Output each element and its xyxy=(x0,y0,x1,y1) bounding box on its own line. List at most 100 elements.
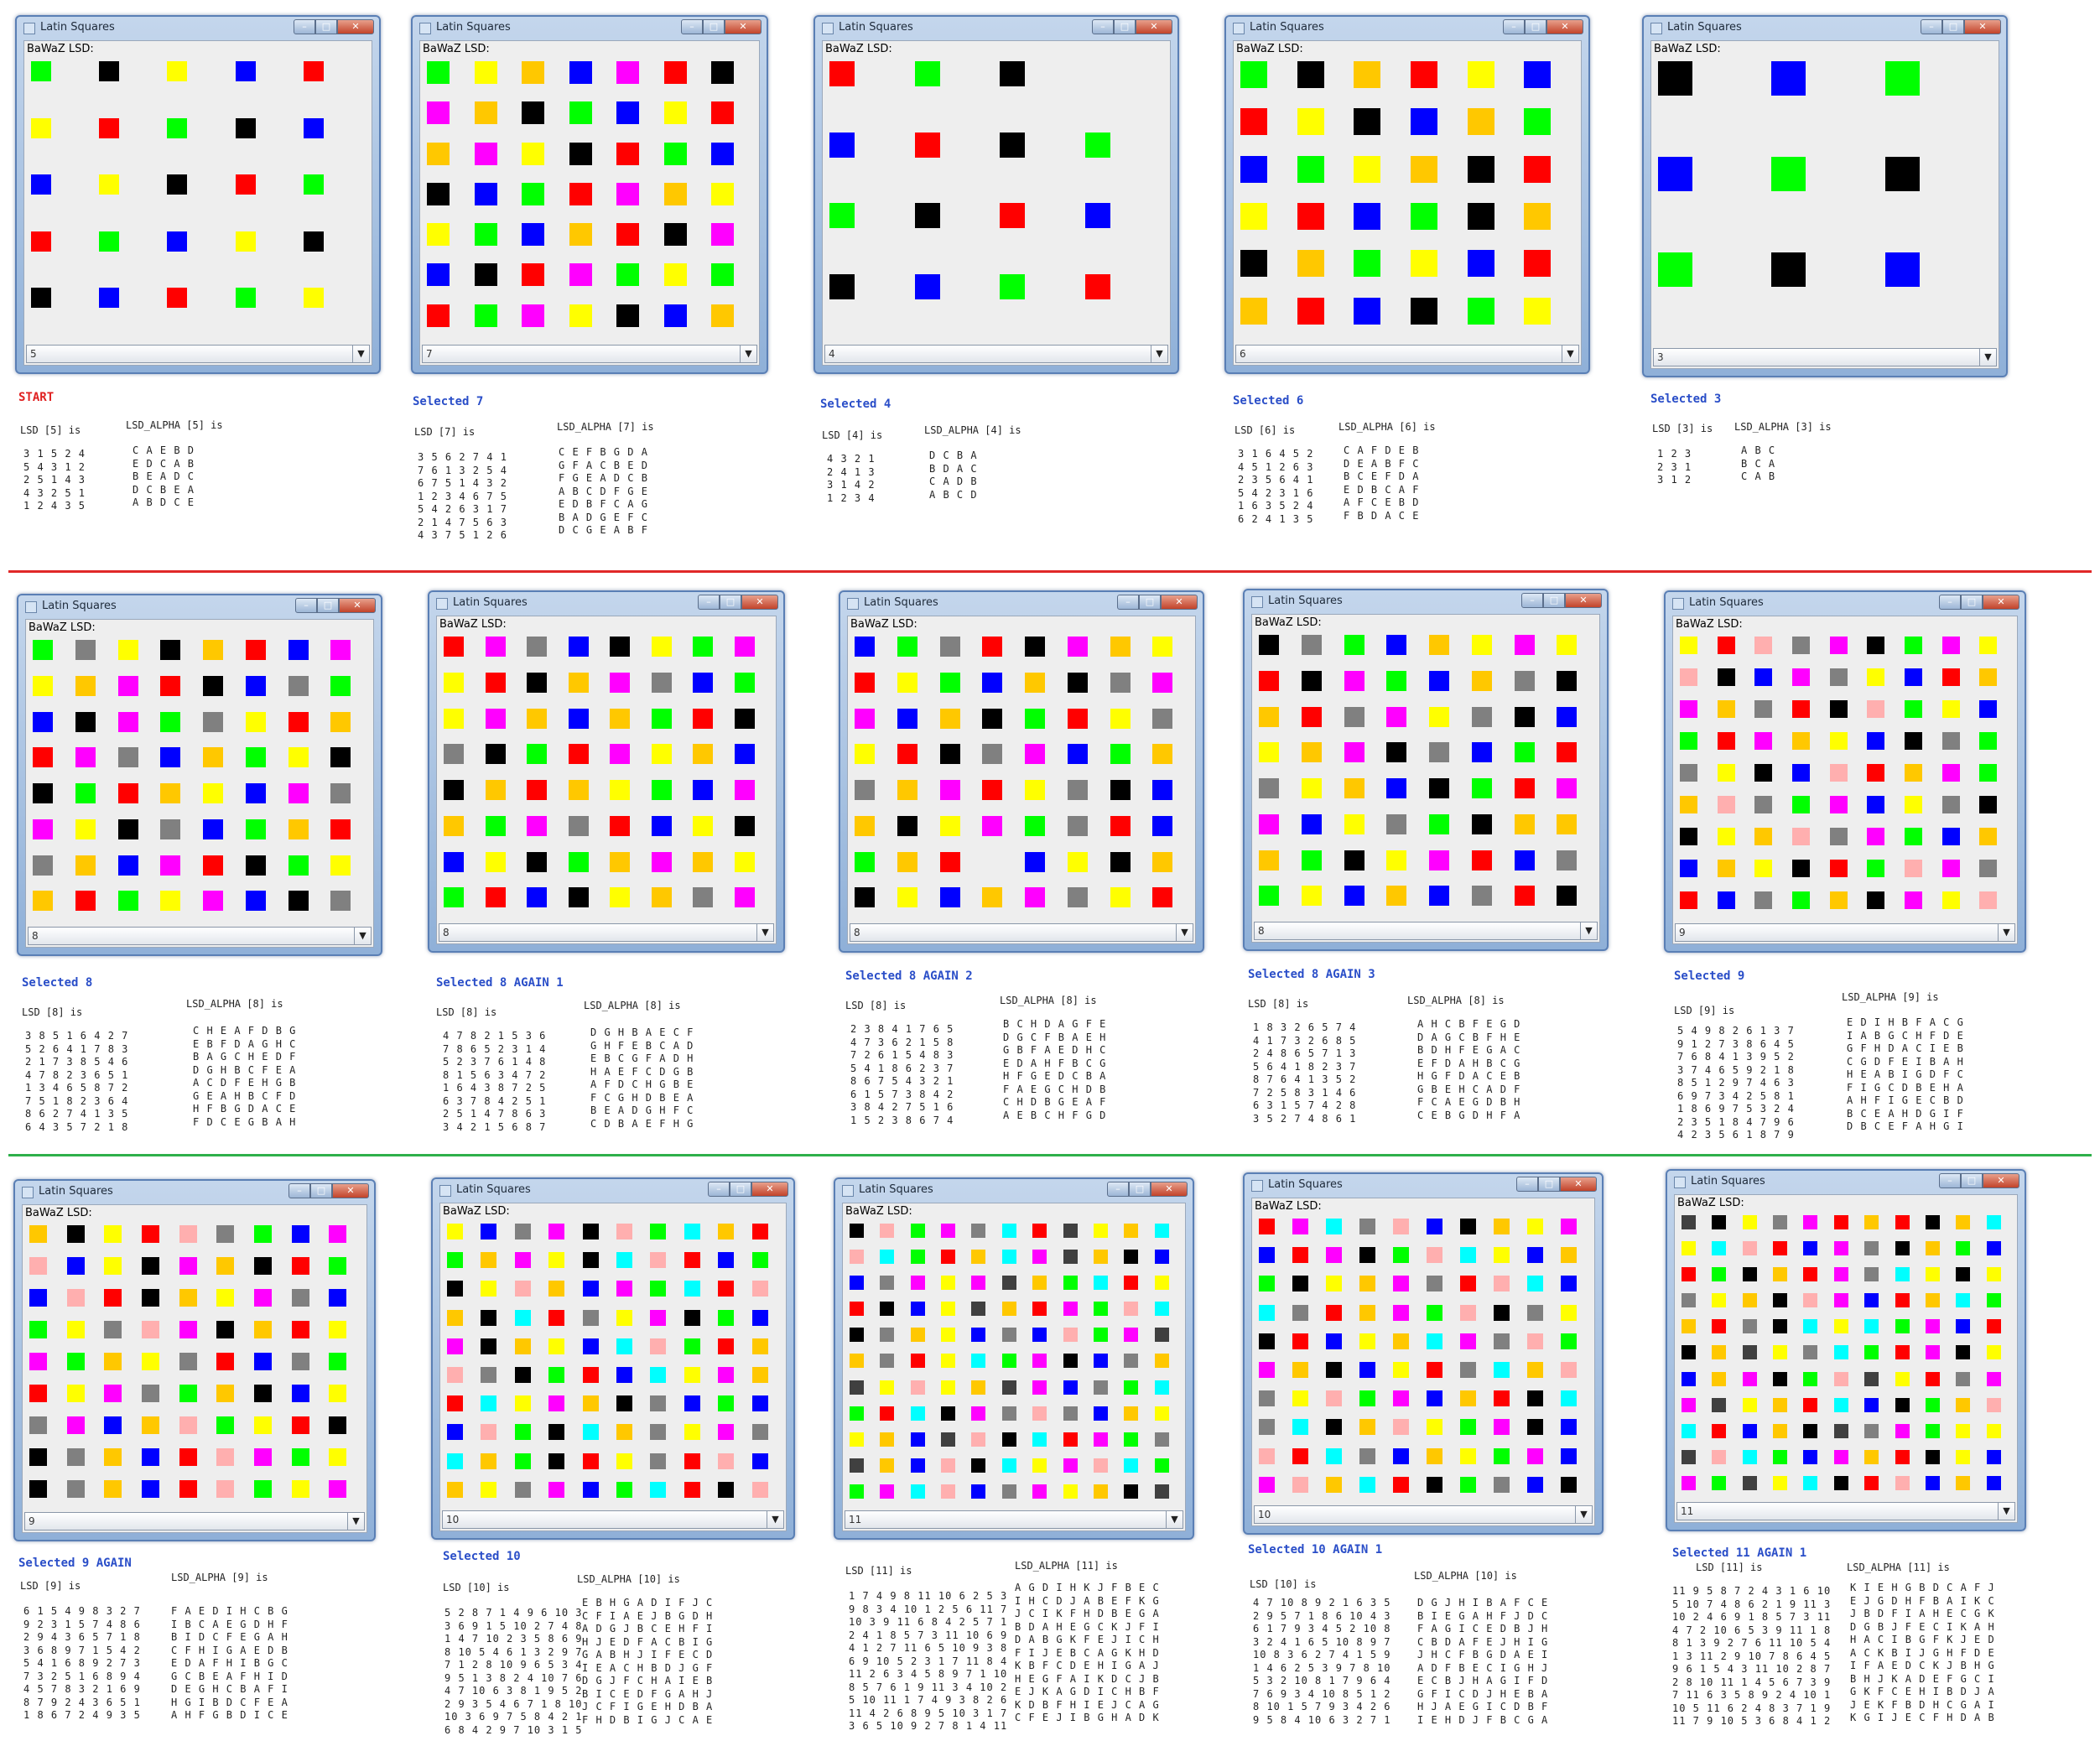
chevron-down-icon[interactable]: ▼ xyxy=(1166,1511,1183,1528)
lsd-alpha-matrix: D C B AB D A CC A D BA B C D xyxy=(929,450,978,502)
title-bar[interactable]: Latin Squares – □ ✕ xyxy=(18,595,381,619)
maximize-button[interactable]: □ xyxy=(1129,1182,1151,1197)
close-button[interactable]: ✕ xyxy=(1964,19,2001,34)
title-bar[interactable]: Latin Squares – □ ✕ xyxy=(1667,1171,2025,1194)
size-dropdown[interactable]: 9 ▼ xyxy=(24,1512,365,1531)
chevron-down-icon[interactable]: ▼ xyxy=(347,1513,364,1530)
close-button[interactable]: ✕ xyxy=(1161,595,1198,610)
maximize-button[interactable]: □ xyxy=(1543,593,1565,608)
chevron-down-icon[interactable]: ▼ xyxy=(740,346,756,362)
color-cell xyxy=(610,673,630,693)
minimize-button[interactable]: – xyxy=(1092,19,1114,34)
maximize-button[interactable]: □ xyxy=(317,598,339,613)
title-bar[interactable]: Latin Squares – □ ✕ xyxy=(835,1179,1193,1203)
size-dropdown[interactable]: 8 ▼ xyxy=(850,923,1193,942)
size-dropdown[interactable]: 9 ▼ xyxy=(1675,923,2015,942)
chevron-down-icon[interactable]: ▼ xyxy=(1998,924,2014,941)
maximize-button[interactable]: □ xyxy=(310,1183,332,1198)
size-dropdown[interactable]: 5 ▼ xyxy=(26,345,370,363)
chevron-down-icon[interactable]: ▼ xyxy=(756,924,773,941)
size-dropdown[interactable]: 8 ▼ xyxy=(28,927,372,945)
minimize-button[interactable]: – xyxy=(1521,593,1543,608)
close-button[interactable]: ✕ xyxy=(741,595,778,610)
chevron-down-icon[interactable]: ▼ xyxy=(1176,924,1193,941)
title-bar[interactable]: Latin Squares – □ ✕ xyxy=(433,1179,793,1203)
minimize-button[interactable]: – xyxy=(698,595,720,610)
maximize-button[interactable]: □ xyxy=(1114,19,1136,34)
minimize-button[interactable]: – xyxy=(681,19,703,34)
title-bar[interactable]: Latin Squares – □ ✕ xyxy=(429,592,783,616)
size-dropdown[interactable]: 3 ▼ xyxy=(1653,348,1997,366)
size-dropdown[interactable]: 8 ▼ xyxy=(1254,922,1598,940)
close-button[interactable]: ✕ xyxy=(725,19,762,34)
chevron-down-icon[interactable]: ▼ xyxy=(1979,349,1996,366)
minimize-button[interactable]: – xyxy=(1503,19,1525,34)
title-bar[interactable]: Latin Squares – □ ✕ xyxy=(15,1181,374,1204)
minimize-button[interactable]: – xyxy=(288,1183,310,1198)
size-dropdown[interactable]: 11 ▼ xyxy=(1676,1502,2015,1520)
matrix-row: D G B J F E C I K A H xyxy=(1850,1620,1995,1633)
close-button[interactable]: ✕ xyxy=(1983,1173,2019,1188)
chevron-down-icon[interactable]: ▼ xyxy=(1580,922,1597,939)
chevron-down-icon[interactable]: ▼ xyxy=(1998,1503,2014,1520)
close-button[interactable]: ✕ xyxy=(751,1182,788,1197)
minimize-button[interactable]: – xyxy=(1117,595,1139,610)
maximize-button[interactable]: □ xyxy=(1139,595,1161,610)
close-button[interactable]: ✕ xyxy=(332,1183,369,1198)
maximize-button[interactable]: □ xyxy=(703,19,725,34)
maximize-button[interactable]: □ xyxy=(720,595,741,610)
title-bar[interactable]: Latin Squares – □ ✕ xyxy=(1226,17,1588,40)
title-bar[interactable]: Latin Squares – □ ✕ xyxy=(17,17,379,40)
maximize-button[interactable]: □ xyxy=(730,1182,751,1197)
chevron-down-icon[interactable]: ▼ xyxy=(1562,346,1578,362)
size-dropdown[interactable]: 10 ▼ xyxy=(442,1510,784,1529)
minimize-button[interactable]: – xyxy=(1939,595,1961,610)
maximize-button[interactable]: □ xyxy=(1961,1173,1983,1188)
title-bar[interactable]: Latin Squares – □ ✕ xyxy=(1666,592,2025,616)
close-button[interactable]: ✕ xyxy=(339,598,376,613)
maximize-button[interactable]: □ xyxy=(315,19,337,34)
title-bar[interactable]: Latin Squares – □ ✕ xyxy=(413,17,767,40)
color-cell xyxy=(1063,1302,1078,1316)
close-button[interactable]: ✕ xyxy=(337,19,374,34)
chevron-down-icon[interactable]: ▼ xyxy=(767,1511,783,1528)
size-dropdown[interactable]: 8 ▼ xyxy=(439,923,774,942)
size-dropdown[interactable]: 11 ▼ xyxy=(845,1510,1183,1529)
color-cell xyxy=(1344,886,1364,906)
minimize-button[interactable]: – xyxy=(294,19,315,34)
size-dropdown[interactable]: 7 ▼ xyxy=(422,345,757,363)
title-bar[interactable]: Latin Squares – □ ✕ xyxy=(815,17,1177,40)
title-bar[interactable]: Latin Squares – □ ✕ xyxy=(1644,17,2006,40)
minimize-button[interactable]: – xyxy=(1107,1182,1129,1197)
close-button[interactable]: ✕ xyxy=(1546,19,1583,34)
close-button[interactable]: ✕ xyxy=(1151,1182,1188,1197)
minimize-button[interactable]: – xyxy=(708,1182,730,1197)
title-bar[interactable]: Latin Squares – □ ✕ xyxy=(1245,590,1607,614)
matrix-row: 2 3 5 1 8 4 7 9 6 xyxy=(1677,1115,1795,1128)
maximize-button[interactable]: □ xyxy=(1538,1177,1560,1192)
color-cell xyxy=(1834,1319,1848,1333)
title-bar[interactable]: Latin Squares – □ ✕ xyxy=(840,592,1203,616)
close-button[interactable]: ✕ xyxy=(1565,593,1602,608)
size-dropdown[interactable]: 6 ▼ xyxy=(1235,345,1579,363)
minimize-button[interactable]: – xyxy=(1939,1173,1961,1188)
minimize-button[interactable]: – xyxy=(1921,19,1942,34)
close-button[interactable]: ✕ xyxy=(1136,19,1172,34)
chevron-down-icon[interactable]: ▼ xyxy=(352,346,369,362)
size-dropdown[interactable]: 10 ▼ xyxy=(1254,1505,1593,1524)
maximize-button[interactable]: □ xyxy=(1961,595,1983,610)
color-cell xyxy=(330,891,351,911)
maximize-button[interactable]: □ xyxy=(1525,19,1546,34)
color-cell xyxy=(1926,1345,1940,1359)
maximize-button[interactable]: □ xyxy=(1942,19,1964,34)
chevron-down-icon[interactable]: ▼ xyxy=(354,928,371,944)
title-bar[interactable]: Latin Squares – □ ✕ xyxy=(1245,1174,1602,1198)
chevron-down-icon[interactable]: ▼ xyxy=(1151,346,1167,362)
minimize-button[interactable]: – xyxy=(1516,1177,1538,1192)
size-dropdown[interactable]: 4 ▼ xyxy=(824,345,1168,363)
minimize-button[interactable]: – xyxy=(295,598,317,613)
color-cell xyxy=(1867,732,1884,750)
chevron-down-icon[interactable]: ▼ xyxy=(1575,1506,1592,1523)
close-button[interactable]: ✕ xyxy=(1983,595,2019,610)
close-button[interactable]: ✕ xyxy=(1560,1177,1597,1192)
